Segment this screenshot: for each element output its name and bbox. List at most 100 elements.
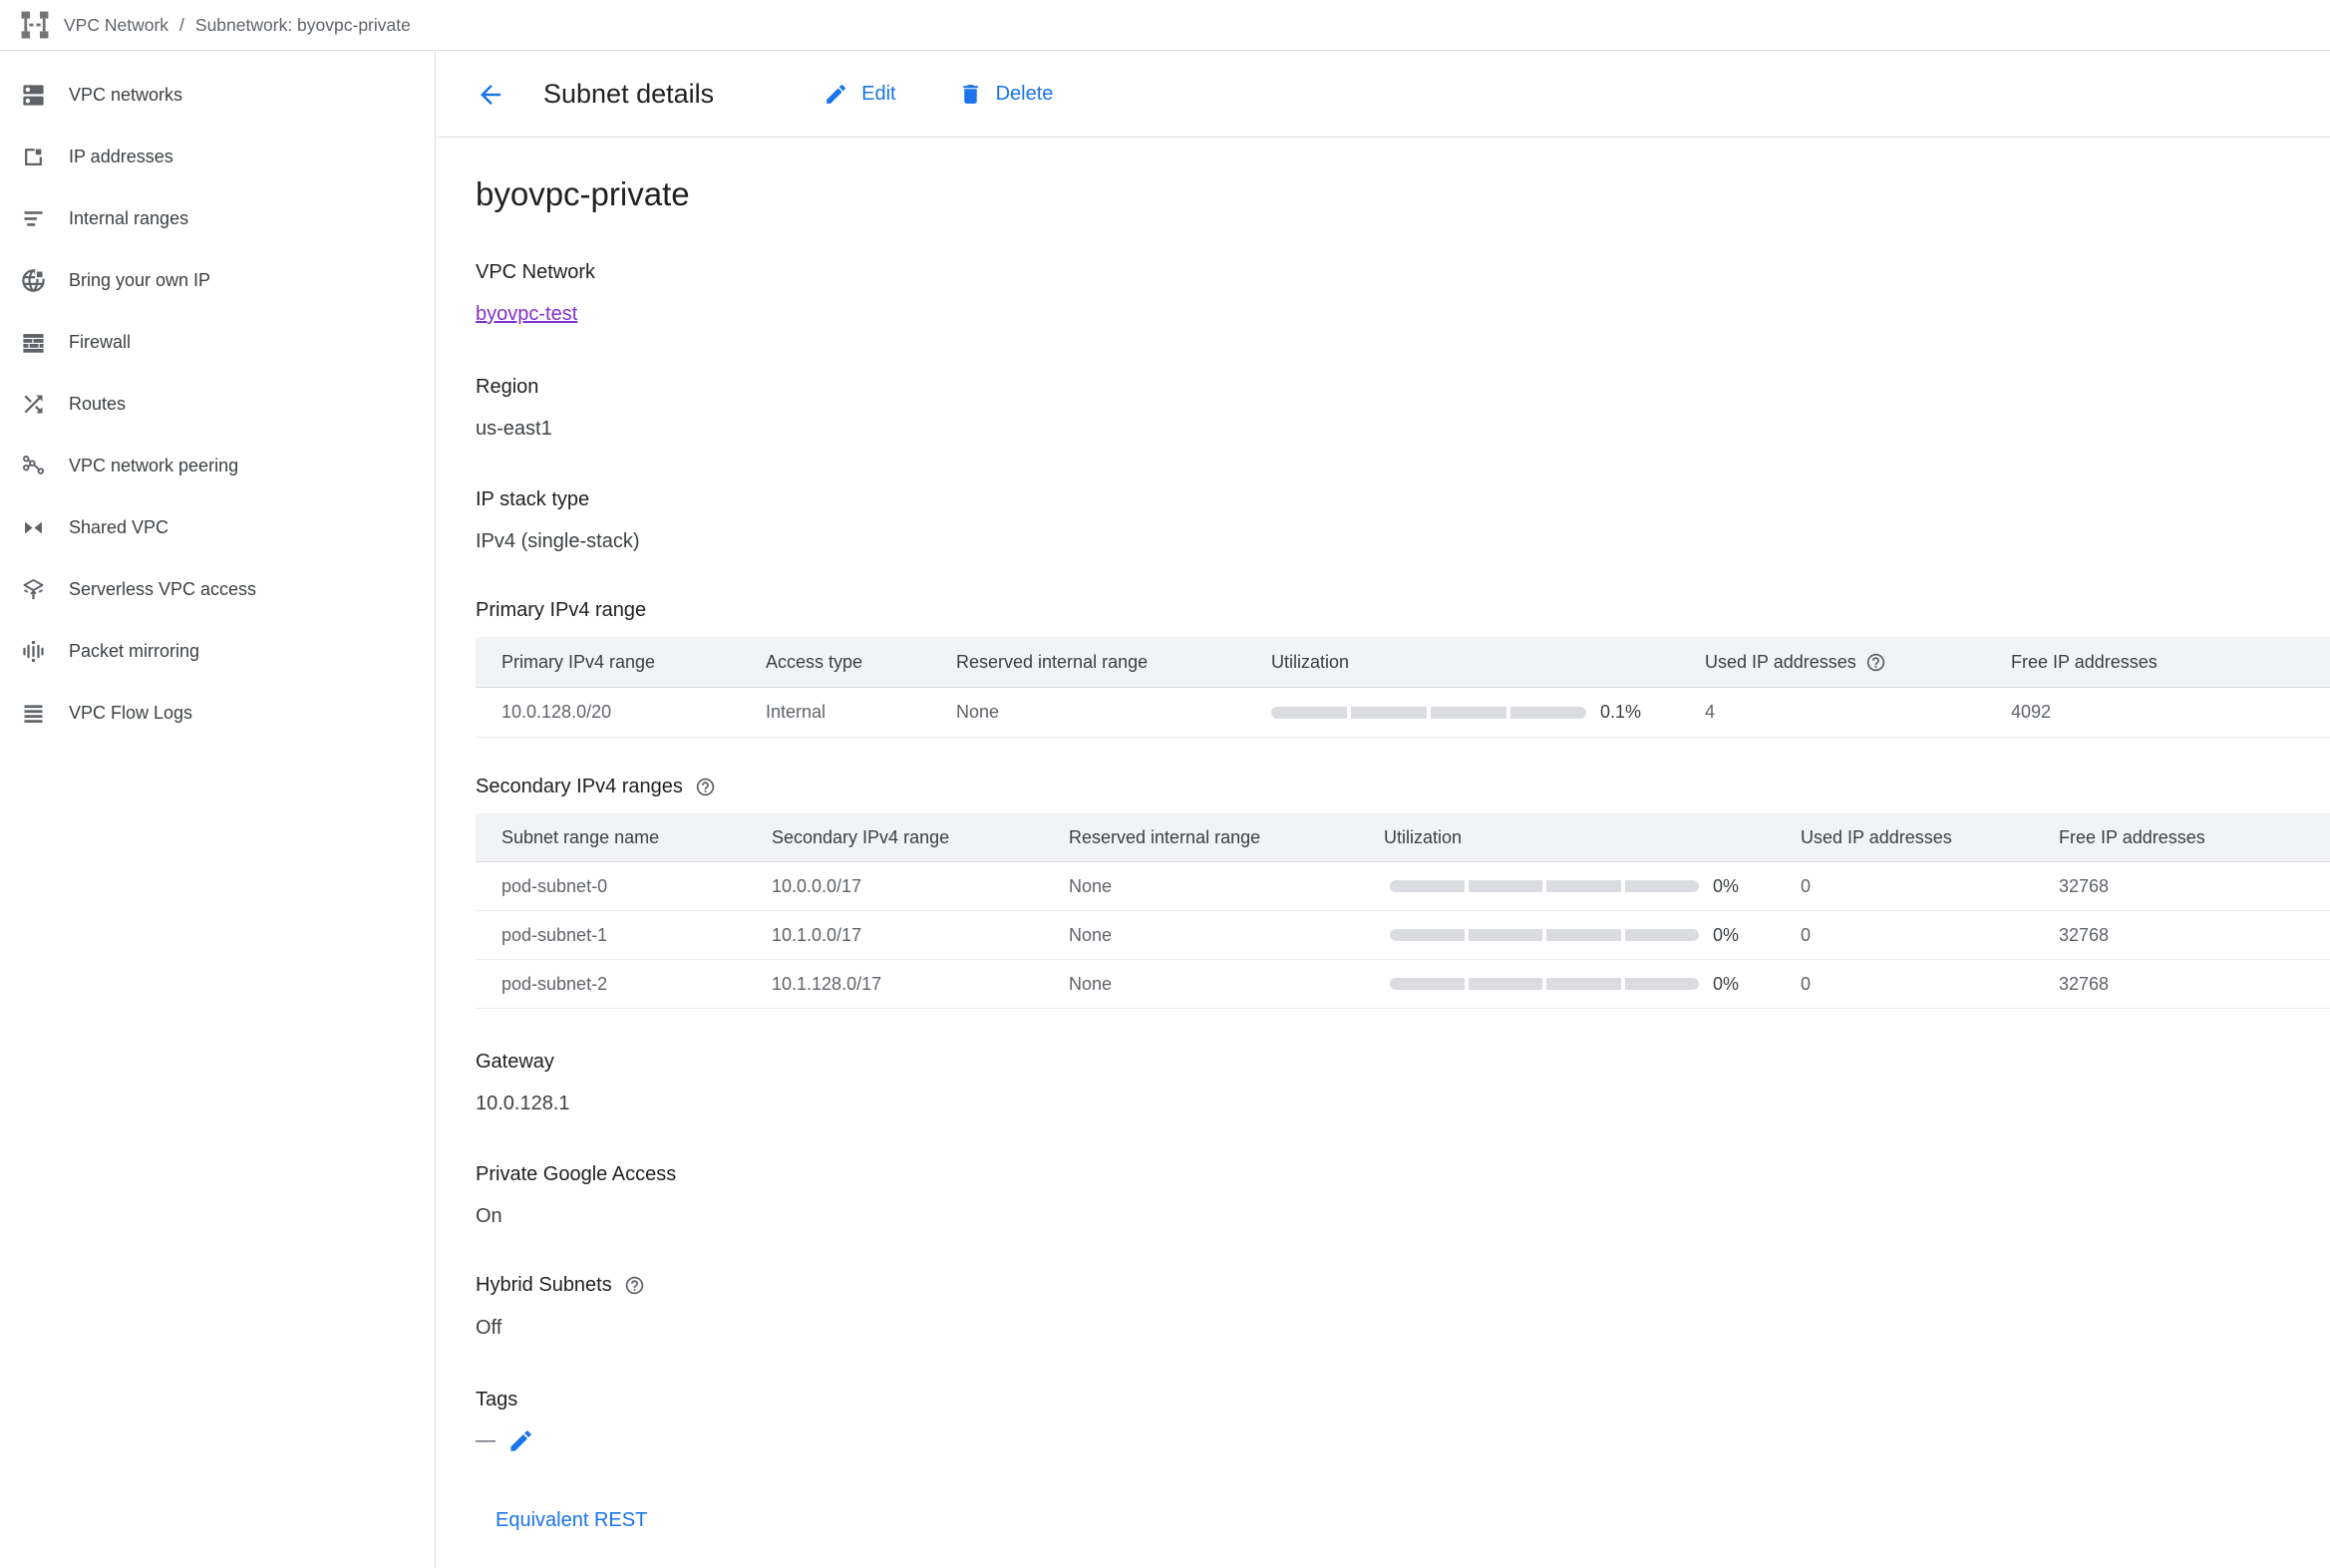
vpc-network-product-icon <box>18 8 52 42</box>
utilization-percent: 0% <box>1713 876 1739 897</box>
sidebar-item-label: IP addresses <box>69 147 173 167</box>
sidebar-item-vpc-networks[interactable]: VPC networks <box>0 64 435 126</box>
breadcrumb-product[interactable]: VPC Network <box>64 15 168 36</box>
subnet-range-name-cell: pod-subnet-1 <box>476 925 772 946</box>
subnet-range-name-cell: pod-subnet-2 <box>476 974 772 995</box>
sidebar-item-shared-vpc[interactable]: Shared VPC <box>0 496 435 558</box>
tags-empty-value: — <box>476 1429 496 1452</box>
sidebar-item-vpc-network-peering[interactable]: VPC network peering <box>0 435 435 496</box>
page-title: Subnet details <box>543 79 714 110</box>
utilization-bar <box>1390 929 1699 941</box>
help-icon[interactable] <box>695 777 716 797</box>
packet-mirroring-icon <box>20 638 47 665</box>
firewall-icon <box>20 329 47 356</box>
sidebar-item-label: VPC networks <box>69 85 182 106</box>
private-google-access-value: On <box>476 1205 502 1228</box>
used-ip-cell: 0 <box>1801 974 2059 995</box>
column-header: Free IP addresses <box>2011 652 2330 673</box>
utilization-percent: 0% <box>1713 974 1739 995</box>
breadcrumb-page: Subnetwork: byovpc-private <box>195 15 411 36</box>
column-header: Reserved internal range <box>1069 827 1384 848</box>
free-ip-cell: 4092 <box>2011 702 2330 723</box>
serverless-vpc-access-icon <box>20 576 47 603</box>
ip-addresses-icon <box>20 144 47 170</box>
sidebar-item-label: Shared VPC <box>69 517 168 538</box>
edit-pencil-icon <box>824 82 848 107</box>
vpc-flow-logs-icon <box>20 700 47 727</box>
table-row: pod-subnet-0 10.0.0.0/17 None 0% 0 32768 <box>476 862 2330 911</box>
sidebar-item-packet-mirroring[interactable]: Packet mirroring <box>0 620 435 682</box>
hybrid-subnets-value: Off <box>476 1317 501 1340</box>
secondary-ranges-table: Subnet range name Secondary IPv4 range R… <box>476 813 2330 1009</box>
ip-stack-type-label: IP stack type <box>476 488 589 511</box>
sidebar-item-internal-ranges[interactable]: Internal ranges <box>0 187 435 249</box>
table-row: pod-subnet-1 10.1.0.0/17 None 0% 0 32768 <box>476 911 2330 960</box>
sidebar-item-label: VPC network peering <box>69 456 238 476</box>
used-ip-cell: 4 <box>1705 702 2011 723</box>
secondary-range-cell: 10.1.128.0/17 <box>772 974 1069 995</box>
sidebar-item-ip-addresses[interactable]: IP addresses <box>0 126 435 187</box>
sidebar-item-vpc-flow-logs[interactable]: VPC Flow Logs <box>0 682 435 744</box>
column-header: Access type <box>766 652 956 673</box>
column-header: Utilization <box>1384 827 1801 848</box>
utilization-percent: 0% <box>1713 925 1739 946</box>
gateway-value: 10.0.128.1 <box>476 1093 570 1115</box>
utilization-cell: 0% <box>1384 876 1801 897</box>
secondary-ranges-section-title: Secondary IPv4 ranges <box>476 776 683 798</box>
utilization-bar <box>1390 978 1699 990</box>
sidebar-item-serverless-vpc-access[interactable]: Serverless VPC access <box>0 558 435 620</box>
sidebar-item-label: Firewall <box>69 332 131 353</box>
reserved-range-cell: None <box>956 702 1271 723</box>
delete-trash-icon <box>958 82 983 107</box>
sidebar-item-label: Serverless VPC access <box>69 579 256 600</box>
private-google-access-label: Private Google Access <box>476 1163 676 1186</box>
table-header-row: Subnet range name Secondary IPv4 range R… <box>476 813 2330 862</box>
primary-range-section-title: Primary IPv4 range <box>476 599 646 622</box>
used-ip-cell: 0 <box>1801 876 2059 897</box>
utilization-cell: 0% <box>1384 974 1801 995</box>
vpc-networks-icon <box>20 82 47 109</box>
region-value: us-east1 <box>476 418 552 441</box>
tags-edit-pencil-icon[interactable] <box>507 1427 534 1454</box>
sidebar-item-label: Internal ranges <box>69 208 188 229</box>
hybrid-subnets-label: Hybrid Subnets <box>476 1274 612 1297</box>
gateway-label: Gateway <box>476 1051 554 1074</box>
breadcrumb-separator: / <box>179 15 184 36</box>
utilization-bar <box>1390 880 1699 892</box>
access-type-cell: Internal <box>766 702 956 723</box>
sidebar-item-label: Routes <box>69 394 126 415</box>
column-header: Subnet range name <box>476 827 772 848</box>
shared-vpc-icon <box>20 514 47 541</box>
column-header: Used IP addresses <box>1705 652 2011 673</box>
hybrid-subnets-section: Hybrid Subnets <box>476 1274 645 1297</box>
table-row: 10.0.128.0/20 Internal None 0.1% 4 4092 <box>476 688 2330 738</box>
column-header: Reserved internal range <box>956 652 1271 673</box>
back-button[interactable] <box>476 80 505 110</box>
delete-button[interactable]: Delete <box>958 82 1054 107</box>
page-header: Subnet details Edit Delete <box>476 52 1053 137</box>
reserved-range-cell: None <box>1069 925 1384 946</box>
reserved-range-cell: None <box>1069 876 1384 897</box>
column-header: Secondary IPv4 range <box>772 827 1069 848</box>
used-ip-cell: 0 <box>1801 925 2059 946</box>
vpc-network-link[interactable]: byovpc-test <box>476 303 577 325</box>
internal-ranges-icon <box>20 205 47 232</box>
sidebar-item-label: Bring your own IP <box>69 270 210 291</box>
column-header: Used IP addresses <box>1801 827 2059 848</box>
sidebar-item-routes[interactable]: Routes <box>0 373 435 435</box>
reserved-range-cell: None <box>1069 974 1384 995</box>
equivalent-rest-button[interactable]: Equivalent REST <box>496 1509 647 1532</box>
sidebar-item-firewall[interactable]: Firewall <box>0 311 435 373</box>
edit-button[interactable]: Edit <box>824 82 895 107</box>
secondary-ranges-section: Secondary IPv4 ranges <box>476 776 716 798</box>
vpc-network-peering-icon <box>20 453 47 479</box>
help-icon[interactable] <box>1865 652 1886 673</box>
help-icon[interactable] <box>624 1275 645 1296</box>
primary-range-cell: 10.0.128.0/20 <box>476 702 766 723</box>
header-divider <box>437 137 2330 138</box>
secondary-range-cell: 10.0.0.0/17 <box>772 876 1069 897</box>
utilization-cell: 0% <box>1384 925 1801 946</box>
primary-range-table: Primary IPv4 range Access type Reserved … <box>476 637 2330 738</box>
sidebar-item-bring-your-own-ip[interactable]: Bring your own IP <box>0 249 435 311</box>
region-label: Region <box>476 376 538 399</box>
